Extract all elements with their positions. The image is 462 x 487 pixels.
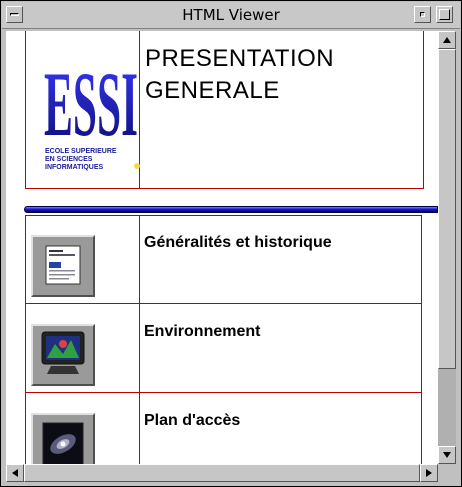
title-bar[interactable]: HTML Viewer xyxy=(2,2,460,29)
row-separator xyxy=(25,392,422,393)
page-title-line-1: PRESENTATION xyxy=(145,45,335,72)
window-title: HTML Viewer xyxy=(182,6,280,24)
scroll-down-button[interactable] xyxy=(438,446,456,464)
environnement-icon-button[interactable] xyxy=(31,324,95,386)
vertical-scrollbar[interactable] xyxy=(438,31,456,464)
logo-line-2: EN SCIENCES xyxy=(45,156,93,163)
horizontal-scrollbar[interactable] xyxy=(6,464,438,482)
row-separator xyxy=(25,303,422,304)
vertical-scroll-thumb[interactable] xyxy=(438,49,456,369)
logo-dot-icon xyxy=(134,163,140,169)
items-divider xyxy=(139,215,140,464)
maximize-button[interactable] xyxy=(436,6,453,23)
scroll-left-button[interactable] xyxy=(6,464,24,482)
scrollbar-corner xyxy=(438,464,456,482)
down-arrow-icon xyxy=(443,452,451,458)
plan-acces-icon-button[interactable] xyxy=(31,413,95,464)
left-arrow-icon xyxy=(12,469,18,477)
logo-line-1: ECOLE SUPERIEURE xyxy=(45,148,117,155)
right-arrow-icon xyxy=(426,469,432,477)
minimize-button[interactable] xyxy=(414,6,431,23)
item-label[interactable]: Généralités et historique xyxy=(144,234,332,252)
horizontal-rule xyxy=(24,206,438,213)
item-label[interactable]: Environnement xyxy=(144,323,260,341)
essi-logo: ESSI ECOLE SUPERIEURE EN SCIENCES INFORM… xyxy=(44,57,140,171)
document-icon xyxy=(45,245,81,285)
logo-line-3: INFORMATIQUES xyxy=(45,164,104,171)
galaxy-icon xyxy=(42,422,84,464)
up-arrow-icon xyxy=(443,37,451,43)
scroll-up-button[interactable] xyxy=(438,31,456,49)
item-label[interactable]: Plan d'accès xyxy=(144,412,240,430)
generalites-icon-button[interactable] xyxy=(31,235,95,297)
logo-letters: ESSI xyxy=(44,57,138,155)
monitor-icon xyxy=(41,331,85,374)
horizontal-scroll-thumb[interactable] xyxy=(24,464,420,482)
page-title: PRESENTATION GENERALE xyxy=(145,43,334,107)
minimize-icon xyxy=(420,12,425,17)
page-title-line-2: GENERALE xyxy=(145,77,280,104)
scroll-right-button[interactable] xyxy=(420,464,438,482)
page-viewport: ESSI ECOLE SUPERIEURE EN SCIENCES INFORM… xyxy=(6,31,438,464)
maximize-icon xyxy=(439,9,450,20)
